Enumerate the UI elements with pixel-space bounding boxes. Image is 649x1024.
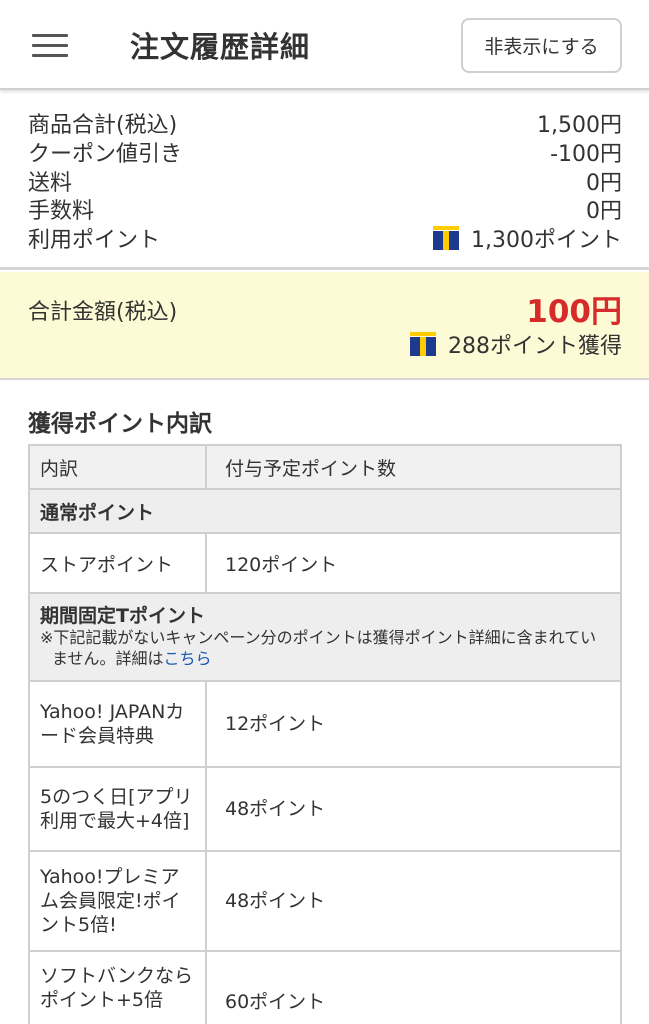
group-row-normal: 通常ポイント — [28, 488, 622, 534]
group-row-fixed-period: 期間固定Tポイント ※下記記載がないキャンペーン分のポイントは獲得ポイント詳細に… — [28, 592, 622, 682]
divider — [0, 267, 649, 270]
points-used-value: 1,300ポイント — [471, 227, 622, 253]
earned-points: 288ポイント獲得 — [410, 328, 622, 360]
details-link[interactable]: こちら — [164, 649, 212, 668]
summary-value: 1,500円 — [537, 112, 622, 138]
earned-points-value: 288ポイント獲得 — [448, 334, 622, 359]
row-label: Yahoo!プレミアム会員限定!ポイント5倍! — [28, 850, 207, 952]
app-header: 注文履歴詳細 非表示にする — [0, 0, 649, 90]
points-breakdown-table: 内訳 付与予定ポイント数 通常ポイント ストアポイント 120ポイント 期間固定… — [28, 444, 622, 1024]
group-cell: 期間固定Tポイント ※下記記載がないキャンペーン分のポイントは獲得ポイント詳細に… — [28, 592, 622, 682]
summary-row-subtotal: 商品合計(税込) 1,500円 — [28, 108, 622, 138]
table-row: 5のつく日[アプリ利用で最大+4倍] 48ポイント — [28, 766, 622, 852]
group-label: 通常ポイント — [28, 488, 622, 534]
row-label: Yahoo! JAPANカード会員特典 — [28, 680, 207, 768]
column-header: 付与予定ポイント数 — [205, 444, 622, 490]
row-label: ストアポイント — [28, 532, 207, 594]
total-box: 合計金額(税込) 100円 288ポイント獲得 — [0, 272, 649, 380]
summary-row-fee: 手数料 0円 — [28, 194, 622, 224]
table-row: ストアポイント 120ポイント — [28, 532, 622, 594]
summary-label: 利用ポイント — [28, 227, 161, 253]
column-header: 内訳 — [28, 444, 207, 490]
row-value: 60ポイント — [205, 950, 622, 1024]
order-summary: 商品合計(税込) 1,500円 クーポン値引き -100円 送料 0円 手数料 … — [0, 92, 649, 267]
t-point-icon — [410, 332, 436, 356]
row-value: 12ポイント — [205, 680, 622, 768]
points-breakdown-title: 獲得ポイント内訳 — [28, 411, 212, 437]
summary-value-points: 1,300ポイント — [433, 222, 622, 254]
group-note: ※下記記載がないキャンペーン分のポイントは獲得ポイント詳細に含まれていません。詳… — [40, 627, 610, 669]
table-row: Yahoo! JAPANカード会員特典 12ポイント — [28, 680, 622, 768]
row-value: 48ポイント — [205, 850, 622, 952]
summary-label: 商品合計(税込) — [28, 112, 178, 138]
table-row: ソフトバンクなら ポイント+5倍 60ポイント — [28, 950, 622, 1024]
row-value: 48ポイント — [205, 766, 622, 852]
row-value: 120ポイント — [205, 532, 622, 594]
note-text: ※下記記載がないキャンペーン分のポイントは獲得ポイント詳細に含まれていません。詳… — [40, 628, 597, 668]
summary-value: -100円 — [550, 141, 622, 167]
row-label: ソフトバンクなら ポイント+5倍 — [28, 950, 207, 1024]
summary-label: クーポン値引き — [28, 141, 183, 167]
row-label: 5のつく日[アプリ利用で最大+4倍] — [28, 766, 207, 852]
summary-label: 手数料 — [28, 198, 95, 224]
group-label: 期間固定Tポイント — [40, 605, 205, 627]
hamburger-menu-icon[interactable] — [32, 34, 68, 58]
table-row: Yahoo!プレミアム会員限定!ポイント5倍! 48ポイント — [28, 850, 622, 952]
summary-value: 0円 — [586, 198, 622, 224]
summary-row-points-used: 利用ポイント 1,300ポイント — [28, 222, 622, 254]
page-title: 注文履歴詳細 — [130, 30, 311, 64]
total-amount: 100円 — [526, 294, 622, 330]
summary-row-shipping: 送料 0円 — [28, 166, 622, 196]
total-label: 合計金額(税込) — [28, 300, 178, 325]
table-header-row: 内訳 付与予定ポイント数 — [28, 444, 622, 490]
summary-row-coupon: クーポン値引き -100円 — [28, 137, 622, 167]
t-point-icon — [433, 225, 460, 250]
hide-button[interactable]: 非表示にする — [461, 18, 622, 73]
